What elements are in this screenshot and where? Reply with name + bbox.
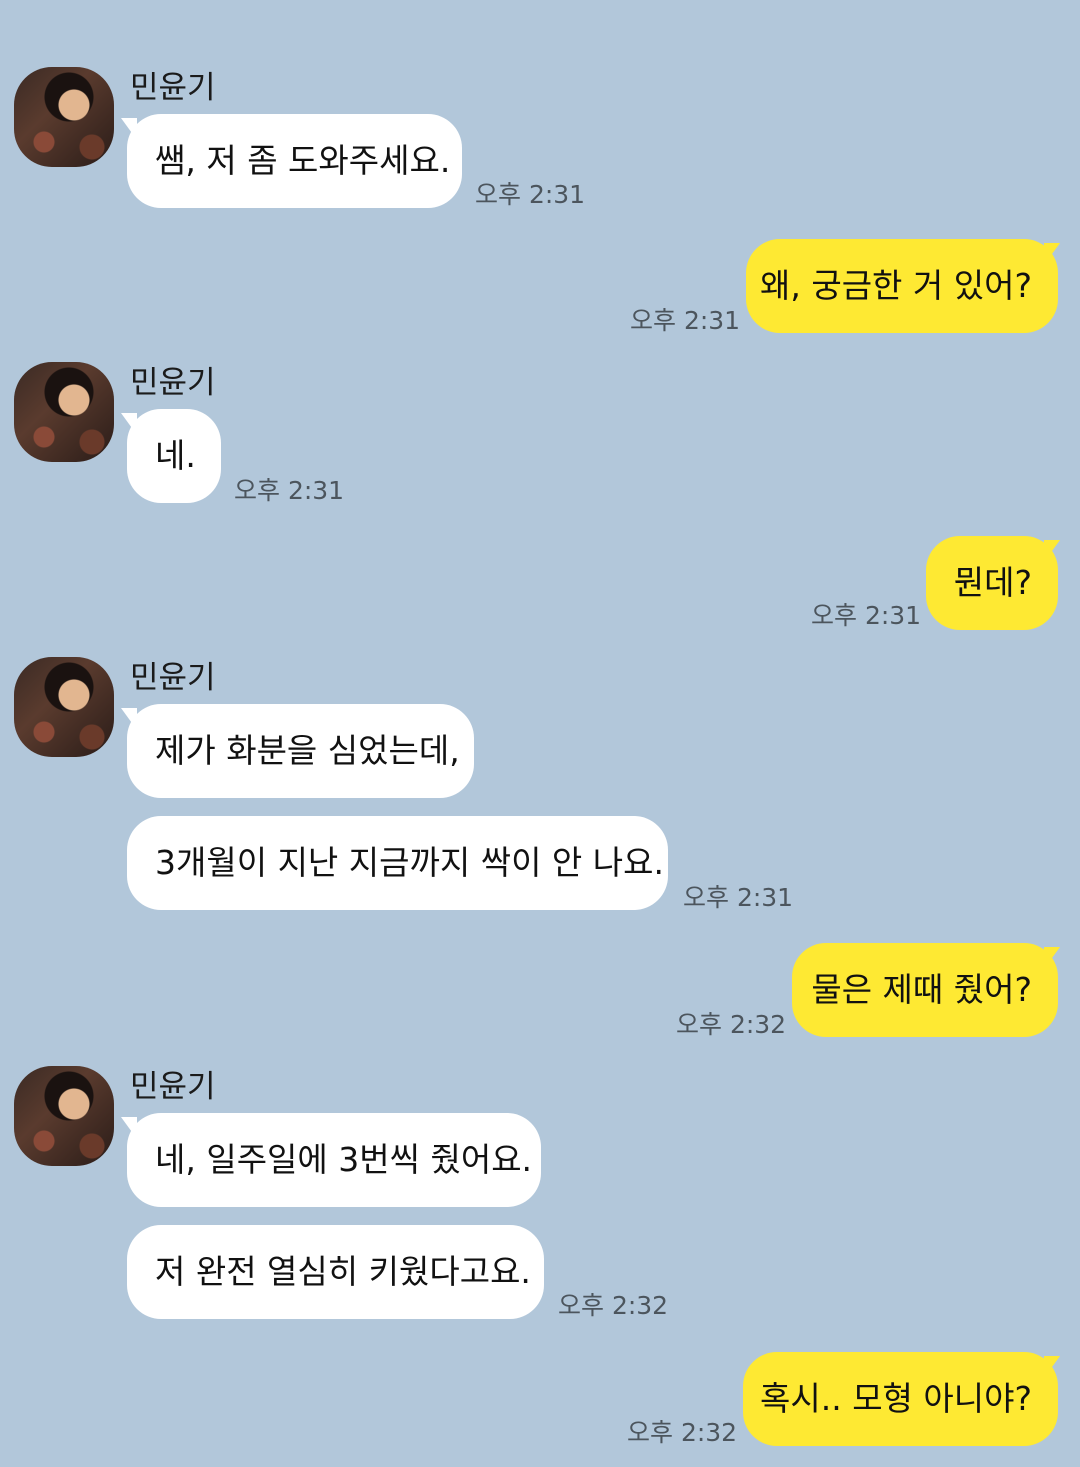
contact-avatar[interactable] [14,1066,114,1166]
contact-name: 민윤기 [130,1069,216,1105]
contact-avatar[interactable] [14,362,114,462]
message-time: 오후 2:32 [627,1418,738,1447]
message-time: 오후 2:31 [630,306,741,335]
outgoing-message[interactable]: 혹시.. 모형 아니야? [743,1352,1058,1446]
outgoing-message[interactable]: 왜, 궁금한 거 있어? [746,239,1058,333]
contact-name: 민윤기 [130,660,216,696]
message-time: 오후 2:32 [558,1291,669,1320]
message-time: 오후 2:31 [475,180,586,209]
contact-avatar[interactable] [14,657,114,757]
contact-name: 민윤기 [130,70,216,106]
message-time: 오후 2:31 [811,601,922,630]
message-time: 오후 2:31 [683,883,794,912]
contact-name: 민윤기 [130,365,216,401]
outgoing-message[interactable]: 뭔데? [926,536,1058,630]
incoming-message[interactable]: 제가 화분을 심었는데, [127,704,474,798]
message-time: 오후 2:32 [676,1010,787,1039]
incoming-message[interactable]: 네. [127,409,221,503]
incoming-message[interactable]: 3개월이 지난 지금까지 싹이 안 나요. [127,816,668,910]
incoming-message[interactable]: 네, 일주일에 3번씩 줬어요. [127,1113,541,1207]
outgoing-message[interactable]: 물은 제때 줬어? [792,943,1058,1037]
incoming-message[interactable]: 쌤, 저 좀 도와주세요. [127,114,462,208]
message-time: 오후 2:31 [234,476,345,505]
incoming-message[interactable]: 저 완전 열심히 키웠다고요. [127,1225,544,1319]
contact-avatar[interactable] [14,67,114,167]
